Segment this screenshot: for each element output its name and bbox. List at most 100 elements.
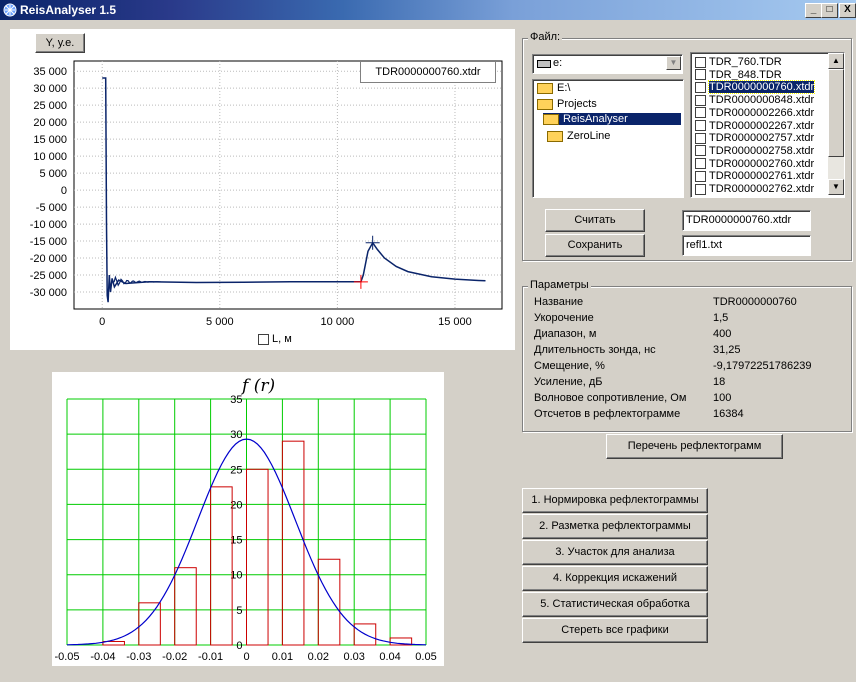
file-list-scrollbar[interactable]: ▲ ▼	[828, 53, 844, 195]
folder-icon	[547, 130, 563, 142]
reflectogram-list-button[interactable]: Перечень рефлектограмм	[606, 434, 783, 459]
param-value: 16384	[713, 408, 744, 420]
x-tick-label: -0.05	[54, 651, 79, 663]
y-tick-label: 35 000	[33, 66, 67, 78]
file-checkbox[interactable]	[695, 94, 706, 106]
param-value: -9,17972251786239	[713, 360, 812, 372]
chevron-down-icon[interactable]: ▼	[666, 56, 681, 70]
file-name: TDR0000000760.xtdr	[707, 80, 816, 95]
folder-item[interactable]: E:\	[537, 82, 570, 94]
x-tick-label: 15 000	[438, 316, 472, 328]
save-button[interactable]: Сохранить	[545, 234, 645, 257]
file-item-selected[interactable]: TDR0000000760.xtdr	[695, 80, 816, 95]
file-name: TDR0000002757.xtdr	[709, 132, 815, 145]
file-list[interactable]: TDR_760.TDR TDR_848.TDR TDR0000000760.xtdr…	[690, 52, 845, 198]
file-group-label: Файл:	[528, 31, 563, 43]
param-label: Волновое сопротивление, Ом	[534, 392, 687, 404]
file-item[interactable]: TDR0000002757.xtdr	[695, 132, 814, 145]
y-tick-label: 5 000	[39, 168, 67, 180]
x-tick-label: -0.04	[90, 651, 115, 663]
clear-charts-button[interactable]: Стереть все графики	[522, 618, 708, 643]
y-tick-label: 15 000	[33, 134, 67, 146]
title-bar[interactable]: ReisAnalyser 1.5 _ □ X	[0, 0, 856, 20]
save-filename-input[interactable]: refl1.txt	[682, 235, 811, 256]
file-checkbox[interactable]	[695, 120, 706, 132]
drive-icon	[537, 60, 551, 68]
file-name: TDR_848.TDR	[709, 68, 782, 81]
histogram-chart[interactable]: -0.05 -0.04 -0.03 -0.02 -0.01 0 0.01 0.02 0.03 0.…	[52, 372, 444, 666]
file-checkbox[interactable]	[695, 81, 706, 93]
file-name: TDR0000002762.xtdr	[709, 183, 815, 195]
x-tick-label: -0.02	[162, 651, 187, 663]
param-value: TDR0000000760	[713, 296, 797, 308]
distance-checkbox[interactable]: L, м	[258, 333, 292, 345]
distance-checkbox-box[interactable]	[258, 333, 269, 345]
y-tick-label: 5	[236, 605, 242, 617]
distortion-correction-button[interactable]: 4. Коррекция искажений	[522, 566, 708, 591]
param-label: Укорочение	[534, 312, 594, 324]
x-tick-label: -0.03	[126, 651, 151, 663]
y-tick-label: -15 000	[30, 236, 67, 248]
markup-button[interactable]: 2. Разметка рефлектограммы	[522, 514, 708, 539]
folder-item-selected[interactable]: ReisAnalyser	[543, 113, 681, 125]
param-label: Название	[534, 296, 584, 308]
file-name: TDR0000002758.xtdr	[709, 144, 815, 157]
scroll-up-icon[interactable]: ▲	[828, 53, 844, 69]
folder-item[interactable]: ZeroLine	[547, 130, 610, 142]
y-tick-label: 10 000	[33, 151, 67, 163]
param-label: Смещение, %	[534, 360, 605, 372]
file-checkbox[interactable]	[695, 132, 706, 144]
x-tick-label: 0	[99, 316, 105, 328]
x-tick-label: 0.02	[308, 651, 329, 663]
folder-open-icon	[537, 82, 553, 94]
statistics-button[interactable]: 5. Статистическая обработка	[522, 592, 708, 617]
read-button[interactable]: Считать	[545, 209, 645, 232]
file-checkbox[interactable]	[695, 183, 706, 195]
scroll-down-icon[interactable]: ▼	[828, 179, 844, 195]
file-item[interactable]: TDR0000002267.xtdr	[695, 120, 814, 133]
file-name: TDR0000002761.xtdr	[709, 170, 815, 183]
file-checkbox[interactable]	[695, 107, 706, 119]
file-item[interactable]: TDR0000002758.xtdr	[695, 145, 814, 158]
scroll-thumb[interactable]	[828, 69, 844, 157]
file-item[interactable]: TDR0000002266.xtdr	[695, 107, 814, 120]
file-name: TDR0000002267.xtdr	[709, 119, 815, 132]
file-item[interactable]: TDR0000002762.xtdr	[695, 183, 814, 196]
file-checkbox[interactable]	[695, 170, 706, 182]
param-label: Отсчетов в рефлектограмме	[534, 408, 681, 420]
file-checkbox[interactable]	[695, 158, 706, 170]
params-group-label: Параметры	[528, 279, 591, 291]
file-item[interactable]: TDR_760.TDR	[695, 56, 782, 69]
file-checkbox[interactable]	[695, 69, 706, 81]
folder-open-icon	[543, 113, 559, 125]
histogram-bar	[174, 567, 197, 646]
param-value: 18	[713, 376, 726, 388]
analysis-range-button[interactable]: 3. Участок для анализа	[522, 540, 708, 565]
x-tick-label: 0.05	[415, 651, 436, 663]
y-tick-label: 25 000	[33, 100, 67, 112]
x-tick-label: 0	[243, 651, 249, 663]
drive-select[interactable]: e: ▼	[532, 54, 683, 74]
y-tick-label: -30 000	[30, 287, 67, 299]
folder-tree[interactable]: E:\ Projects ReisAnalyser ZeroLine	[532, 79, 684, 198]
read-filename-input[interactable]: TDR0000000760.xtdr	[682, 210, 811, 231]
maximize-button[interactable]: □	[821, 3, 838, 18]
file-item[interactable]: TDR_848.TDR	[695, 69, 782, 82]
y-tick-label: 25	[230, 464, 242, 476]
param-label: Длительность зонда, нс	[534, 344, 656, 356]
close-button[interactable]: X	[839, 3, 856, 18]
file-checkbox[interactable]	[695, 56, 706, 68]
param-value: 100	[713, 392, 732, 404]
y-tick-label: 30	[230, 429, 242, 441]
file-checkbox[interactable]	[695, 145, 706, 157]
x-tick-label: 0.04	[379, 651, 400, 663]
x-tick-label: 0.01	[272, 651, 293, 663]
folder-item[interactable]: Projects	[537, 98, 597, 110]
normalize-button[interactable]: 1. Нормировка рефлектограммы	[522, 488, 708, 513]
file-item[interactable]: TDR0000002761.xtdr	[695, 170, 814, 183]
file-item[interactable]: TDR0000000848.xtdr	[695, 94, 814, 107]
param-label: Диапазон, м	[534, 328, 597, 340]
histogram-bar	[317, 558, 341, 646]
file-item[interactable]: TDR0000002760.xtdr	[695, 158, 814, 171]
minimize-button[interactable]: _	[805, 3, 822, 18]
